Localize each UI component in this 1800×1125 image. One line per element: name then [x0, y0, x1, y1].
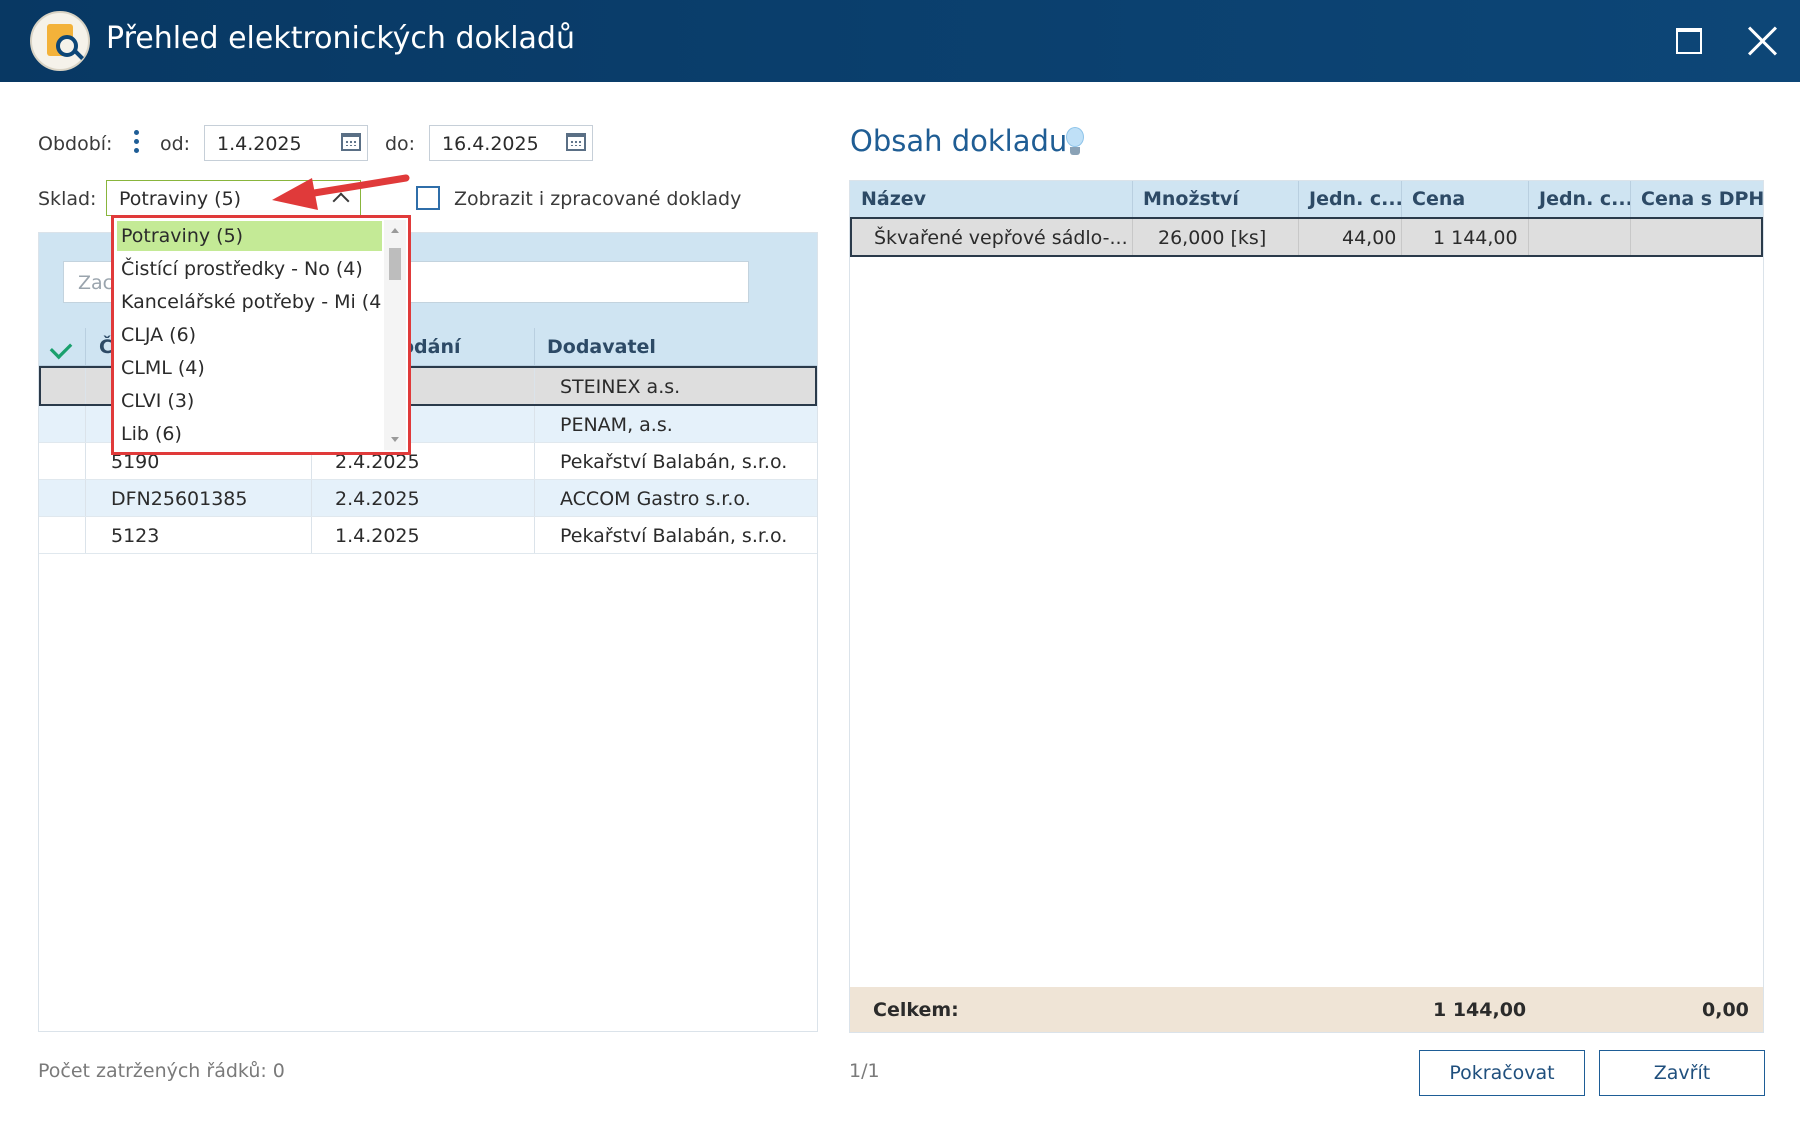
close-button[interactable]: Zavřít [1599, 1050, 1765, 1096]
checked-rows-count: Počet zatržených řádků: 0 [38, 1060, 285, 1082]
maximize-icon [1676, 28, 1702, 54]
continue-button[interactable]: Pokračovat [1419, 1050, 1585, 1096]
warehouse-option[interactable]: CLJA (6) [117, 320, 382, 350]
total-price-vat: 0,00 [1702, 999, 1749, 1021]
warehouse-option[interactable]: Čistící prostředky - No (4) [117, 254, 382, 284]
supplier-cell: Pekařství Balabán, s.r.o. [560, 525, 788, 547]
calendar-icon[interactable] [566, 133, 586, 151]
scroll-down-icon[interactable] [391, 437, 399, 442]
table-row[interactable]: 5123 1.4.2025 Pekařství Balabán, s.r.o. [39, 517, 817, 554]
title-bar: Přehled elektronických dokladů [0, 0, 1800, 82]
annotation-arrow-icon [272, 174, 410, 210]
supplier-cell: Pekařství Balabán, s.r.o. [560, 451, 788, 473]
period-menu-kebab-icon[interactable] [131, 128, 141, 158]
dropdown-scrollbar[interactable] [384, 220, 406, 450]
item-name-cell: Škvařené vepřové sádlo-... [874, 227, 1128, 249]
supplier-cell: STEINEX a.s. [560, 376, 681, 398]
column-name[interactable]: Název [861, 188, 926, 210]
check-all-icon[interactable] [49, 336, 73, 360]
column-unit-price-vat[interactable]: Jedn. c... [1539, 188, 1633, 210]
item-unit-price-cell: 44,00 [1342, 227, 1397, 249]
app-document-search-icon [30, 11, 90, 71]
calendar-icon[interactable] [341, 133, 361, 151]
warehouse-option[interactable]: Kancelářské potřeby - Mi (4) [117, 287, 382, 317]
content-row[interactable]: Škvařené vepřové sádlo-... 26,000 [ks] 4… [850, 217, 1763, 257]
warehouse-option[interactable]: CLVI (3) [117, 386, 382, 416]
maximize-button[interactable] [1666, 20, 1708, 62]
supplier-cell: ACCOM Gastro s.r.o. [560, 488, 751, 510]
pager: 1/1 [849, 1060, 880, 1082]
table-row[interactable]: DFN25601385 2.4.2025 ACCOM Gastro s.r.o. [39, 480, 817, 517]
supplier-cell: PENAM, a.s. [560, 414, 673, 436]
warehouse-option[interactable]: Potraviny (5) [117, 221, 382, 251]
column-quantity[interactable]: Množství [1143, 188, 1239, 210]
document-date-cell: 2.4.2025 [335, 488, 420, 510]
document-content-panel: Název Množství Jedn. c... Cena Jedn. c..… [849, 180, 1764, 1033]
window-title: Přehled elektronických dokladů [106, 21, 575, 56]
warehouse-dropdown-list: Potraviny (5) Čistící prostředky - No (4… [111, 215, 411, 455]
date-to-label: do: [385, 133, 416, 155]
show-processed-checkbox[interactable] [416, 186, 440, 210]
close-window-button[interactable] [1742, 20, 1784, 62]
document-number-cell: DFN25601385 [111, 488, 248, 510]
lightbulb-hint-icon[interactable] [1064, 127, 1086, 157]
warehouse-label: Sklad: [38, 188, 97, 210]
total-price: 1 144,00 [1433, 999, 1527, 1021]
item-quantity-cell: 26,000 [ks] [1158, 227, 1267, 249]
column-price-vat[interactable]: Cena s DPH [1641, 188, 1764, 210]
column-unit-price[interactable]: Jedn. c... [1309, 188, 1403, 210]
document-number-cell: 5123 [111, 525, 160, 547]
item-price-cell: 1 144,00 [1433, 227, 1518, 249]
section-title: Obsah dokladu [850, 124, 1068, 158]
document-date-cell: 1.4.2025 [335, 525, 420, 547]
date-from-label: od: [160, 133, 191, 155]
column-supplier[interactable]: Dodavatel [547, 336, 656, 358]
period-label: Období: [38, 133, 113, 155]
scroll-up-icon[interactable] [391, 228, 399, 233]
totals-row: Celkem: 1 144,00 0,00 [850, 987, 1763, 1032]
show-processed-label[interactable]: Zobrazit i zpracované doklady [454, 188, 741, 210]
content-table-header: Název Množství Jedn. c... Cena Jedn. c..… [850, 181, 1764, 217]
scroll-thumb[interactable] [389, 248, 401, 280]
column-price[interactable]: Cena [1412, 188, 1465, 210]
warehouse-option[interactable]: Lib (6) [117, 419, 382, 449]
warehouse-option[interactable]: CLML (4) [117, 353, 382, 383]
total-label: Celkem: [873, 999, 959, 1021]
warehouse-selected-value: Potraviny (5) [119, 188, 242, 210]
